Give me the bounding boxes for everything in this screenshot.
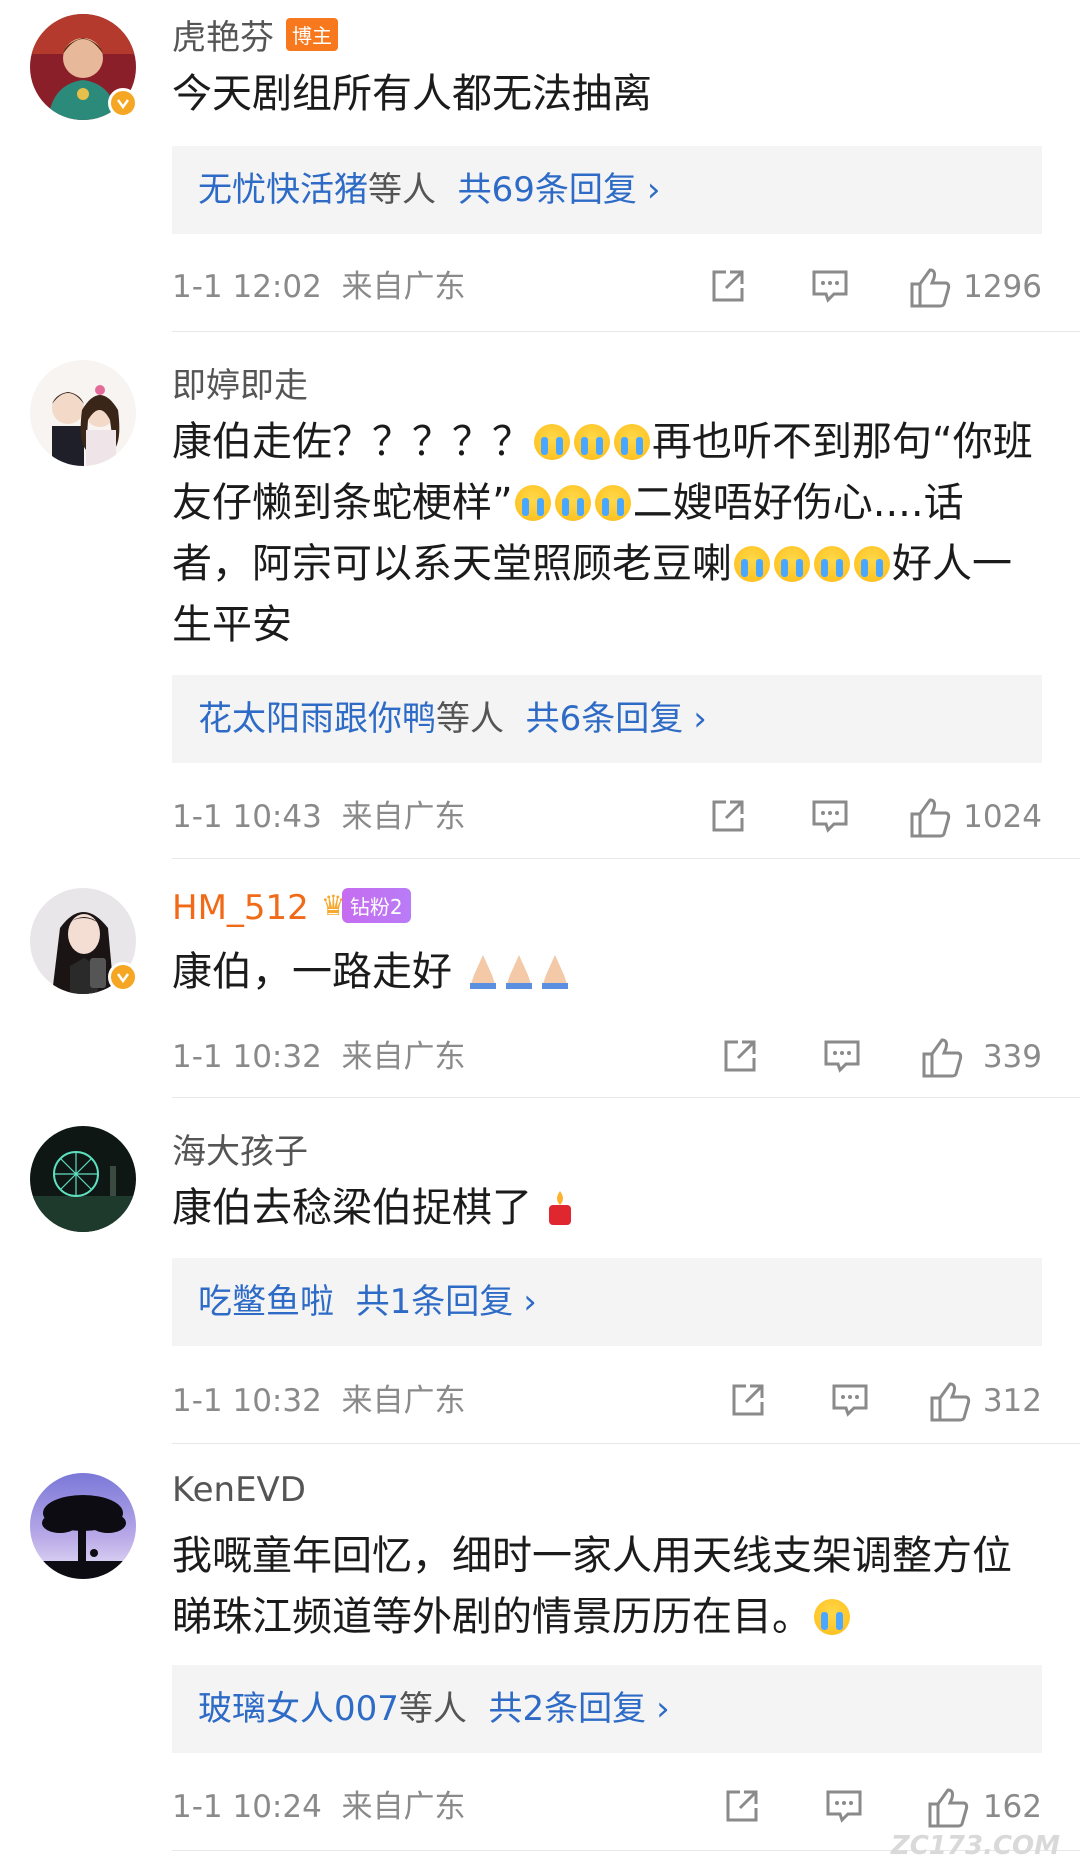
location: 来自广东 (341, 1789, 466, 1825)
crying-emoji-icon (814, 1599, 850, 1635)
username[interactable]: KenEVD (172, 1470, 306, 1510)
divider (172, 331, 1080, 332)
like-count: 162 (982, 1789, 1042, 1825)
share-icon[interactable] (728, 1380, 768, 1435)
candle-icon (548, 1191, 571, 1225)
comment-text: 康伯走佐？？？？？ 再也听不到那句“你班友仔懒到条蛇梗样” 二嫂唔好伤心....话者… (172, 419, 1033, 648)
chevron-right-icon: › (693, 699, 707, 739)
like-count: 339 (982, 1039, 1042, 1075)
verified-badge-icon (108, 88, 138, 118)
avatar[interactable] (30, 888, 138, 994)
watermark: ZC173.COM (890, 1831, 1060, 1861)
timestamp: 1-1 10:43 (172, 799, 322, 835)
comment-icon[interactable] (810, 266, 850, 321)
share-icon[interactable] (708, 796, 748, 851)
comment-icon[interactable] (830, 1380, 870, 1435)
reply-summary[interactable]: 无忧快活猪等人 共69条回复 › (172, 146, 1042, 234)
chevron-right-icon: › (646, 170, 661, 210)
comment-icon[interactable] (824, 1786, 864, 1841)
crying-emoji-icon (774, 546, 810, 582)
like-count: 312 (982, 1383, 1042, 1419)
comment-meta: 1-1 10:24 来自广东 162 (172, 1782, 1042, 1832)
crying-emoji-icon (594, 485, 631, 521)
avatar[interactable] (30, 1473, 136, 1579)
location: 来自广东 (341, 1039, 466, 1075)
timestamp: 1-1 10:32 (172, 1039, 322, 1075)
fan-level-badge: ♛6钻粉2 (321, 888, 411, 923)
comment-icon[interactable] (810, 796, 850, 851)
comment-meta: 1-1 10:32 来自广东 312 (172, 1376, 1042, 1426)
blogger-badge: 博主 (286, 18, 338, 51)
crying-emoji-icon (614, 424, 650, 460)
reply-summary[interactable]: 吃鳖鱼啦 共1条回复 › (172, 1258, 1042, 1346)
divider (172, 1097, 1080, 1098)
comment-text: 康伯，一路走好 (172, 942, 1042, 1003)
praying-hands-icon (469, 955, 496, 989)
crying-emoji-icon (514, 485, 551, 521)
like-count: 1296 (963, 269, 1042, 305)
avatar[interactable] (30, 1126, 136, 1232)
thumbs-up-icon[interactable] (920, 1036, 964, 1093)
praying-hands-icon (541, 955, 568, 989)
crying-emoji-icon (854, 546, 890, 582)
crying-emoji-icon (574, 424, 610, 460)
reply-summary[interactable]: 玻璃女人007等人 共2条回复 › (172, 1665, 1042, 1753)
username[interactable]: HM_512♛6钻粉2 (172, 888, 411, 928)
thumbs-up-icon[interactable] (928, 1380, 972, 1437)
chevron-right-icon: › (523, 1282, 537, 1322)
timestamp: 1-1 12:02 (172, 269, 322, 305)
verified-badge-icon (108, 962, 138, 992)
like-count: 1024 (963, 799, 1042, 835)
timestamp: 1-1 10:32 (172, 1383, 322, 1419)
location: 来自广东 (341, 1383, 466, 1419)
comment-text: 我嘅童年回忆，细时一家人用天线支架调整方位睇珠江频道等外剧的情景历历在目。 (172, 1533, 1012, 1640)
location: 来自广东 (341, 799, 466, 835)
share-icon[interactable] (708, 266, 748, 321)
comment-text: 康伯去稔梁伯捉棋了 (172, 1178, 1042, 1239)
avatar[interactable] (30, 14, 138, 120)
divider (172, 858, 1080, 859)
comment-text: 今天剧组所有人都无法抽离 (172, 71, 652, 117)
chevron-right-icon: › (656, 1689, 670, 1729)
crying-emoji-icon (814, 546, 850, 582)
location: 来自广东 (341, 269, 466, 305)
crying-emoji-icon (534, 424, 570, 460)
crying-emoji-icon (734, 546, 770, 582)
thumbs-up-icon[interactable] (908, 796, 952, 853)
thumbs-up-icon[interactable] (908, 266, 952, 323)
avatar[interactable] (30, 360, 136, 466)
comment-meta: 1-1 12:02 来自广东 1296 (172, 262, 1042, 312)
divider (172, 1443, 1080, 1444)
comment-icon[interactable] (822, 1036, 862, 1091)
share-icon[interactable] (722, 1786, 762, 1841)
crying-emoji-icon (554, 485, 591, 521)
share-icon[interactable] (720, 1036, 760, 1091)
reply-summary[interactable]: 花太阳雨跟你鸭等人 共6条回复 › (172, 675, 1042, 763)
comment-meta: 1-1 10:43 来自广东 1024 (172, 792, 1042, 842)
username[interactable]: 虎艳芬 博主 (172, 10, 338, 59)
praying-hands-icon (505, 955, 532, 989)
username[interactable]: 即婷即走 (172, 358, 308, 407)
comment-meta: 1-1 10:32 来自广东 339 (172, 1032, 1042, 1082)
username[interactable]: 海大孩子 (172, 1124, 308, 1173)
timestamp: 1-1 10:24 (172, 1789, 322, 1825)
